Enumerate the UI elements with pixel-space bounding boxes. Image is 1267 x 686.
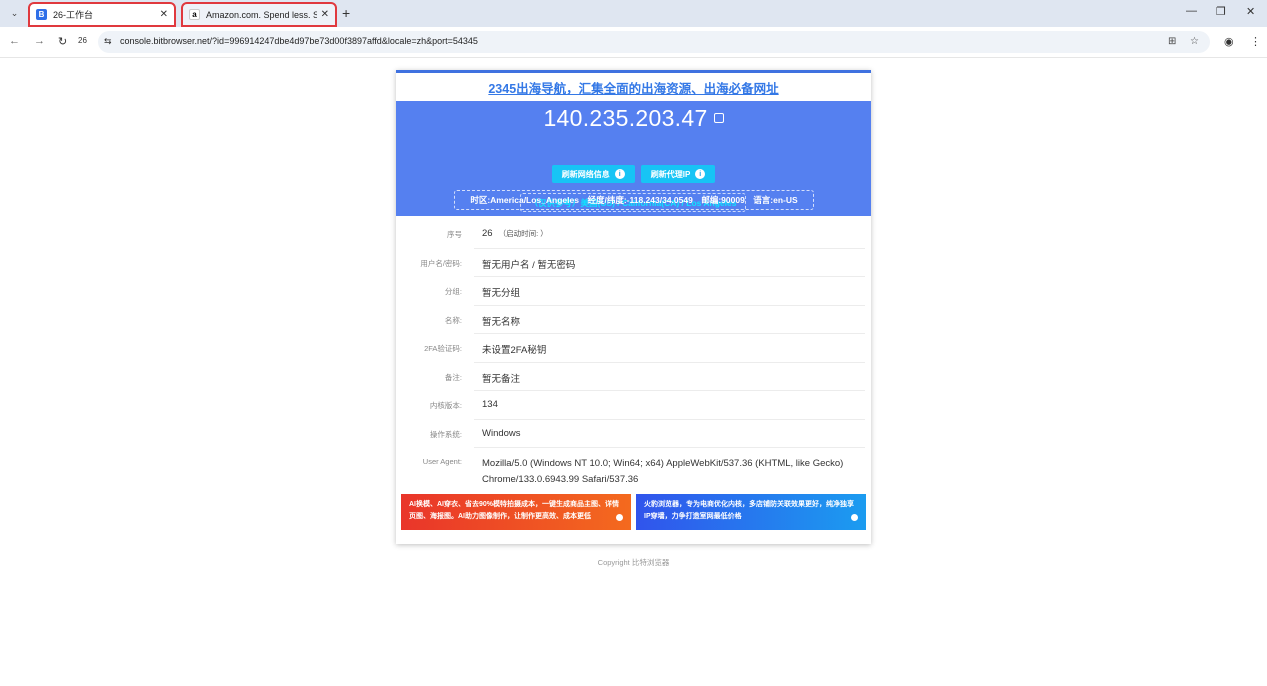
refresh-proxy-button[interactable]: 刷新代理IP i xyxy=(640,165,716,183)
banner-text: AI换模、AI穿衣、省去90%模特拍摄成本，一键生成商品主图、详情页图、海报图。… xyxy=(409,501,620,520)
detail-row-user-agent: User Agent: Mozilla/5.0 (Windows NT 10.0… xyxy=(396,448,871,492)
detail-key: 内核版本: xyxy=(429,401,462,410)
profile-details: 序号 26 （启动时间: ） 用户名/密码: 暂无用户名 / 暂无密码 分组: 暂… xyxy=(396,220,871,492)
close-icon[interactable]: ✕ xyxy=(321,9,329,20)
serial-number: 26 xyxy=(482,228,493,239)
detail-key: 备注: xyxy=(444,372,462,382)
url-text[interactable]: console.bitbrowser.net/?id=996914247dbe4… xyxy=(120,36,478,46)
translate-icon[interactable]: ⊞ xyxy=(1168,36,1176,47)
detail-key: 2FA验证码: xyxy=(424,344,462,353)
detail-value: 暂无分组 xyxy=(482,288,521,299)
nav-link-2345[interactable]: 2345出海导航，汇集全面的出海资源、出海必备网址 xyxy=(396,73,871,101)
detail-key: 名称: xyxy=(444,315,462,325)
bitbrowser-icon: B xyxy=(36,9,47,20)
tab-title: Amazon.com. Spend less. Smile xyxy=(206,9,317,20)
banner-text: 火豹浏览器，专为电商优化内核，多店铺防关联效果更好，纯净独享IP穿墙，力争打造室… xyxy=(644,501,854,520)
bookmark-star-icon[interactable]: ☆ xyxy=(1190,36,1199,47)
ip-text: 140.235.203.47 xyxy=(543,105,708,131)
detail-value: 暂无名称 xyxy=(482,316,521,328)
address-bar[interactable]: ⇆ console.bitbrowser.net/?id=996914247db… xyxy=(98,31,1210,53)
detail-row-kernel: 内核版本: 134 xyxy=(396,391,871,420)
detail-key: 操作系统: xyxy=(429,429,462,439)
detail-value: 暂无用户名 / 暂无密码 xyxy=(482,259,576,271)
detail-row-os: 操作系统: Windows xyxy=(396,420,871,448)
detail-key: 用户名/密码: xyxy=(420,258,462,268)
banner-dot-icon xyxy=(851,514,858,521)
forward-icon[interactable]: → xyxy=(34,35,45,47)
close-icon[interactable]: ✕ xyxy=(160,9,168,20)
ad-banners: AI换模、AI穿衣、省去90%模特拍摄成本，一键生成商品主图、详情页图、海报图。… xyxy=(401,494,866,530)
detail-key: User Agent: xyxy=(422,457,462,466)
tab-workbench[interactable]: B 26-工作台 ✕ xyxy=(28,2,176,27)
ai-model-banner[interactable]: AI换模、AI穿衣、省去90%模特拍摄成本，一键生成商品主图、详情页图、海报图。… xyxy=(401,494,631,530)
copyright-footer: Copyright 比特浏览器 xyxy=(597,558,670,567)
ip-address: 140.235.203.47 xyxy=(396,105,871,132)
info-card: 2345出海导航，汇集全面的出海资源、出海必备网址 140.235.203.47… xyxy=(396,70,871,544)
start-time: （启动时间: ） xyxy=(498,229,548,238)
close-window-button[interactable]: ✕ xyxy=(1246,5,1255,18)
detail-row-2fa: 2FA验证码: 未设置2FA秘钥 xyxy=(396,334,871,363)
tab-bar: ⌄ B 26-工作台 ✕ a Amazon.com. Spend less. S… xyxy=(0,0,1267,27)
browser-toolbar: ← → ↻ 26 ⇆ console.bitbrowser.net/?id=99… xyxy=(0,27,1267,58)
tab-amazon[interactable]: a Amazon.com. Spend less. Smile ✕ xyxy=(181,2,337,27)
detail-value: 暂无备注 xyxy=(482,373,521,385)
detail-row-remark: 备注: 暂无备注 xyxy=(396,363,871,391)
detail-key: 序号 xyxy=(447,230,462,239)
menu-kebab-icon[interactable]: ⋮ xyxy=(1250,35,1261,48)
huobao-banner[interactable]: 火豹浏览器，专为电商优化内核，多店铺防关联效果更好，纯净独享IP穿墙，力争打造室… xyxy=(636,494,866,530)
refresh-proxy-label: 刷新代理IP xyxy=(650,169,691,179)
hero-buttons: 刷新网络信息 i 刷新代理IP i xyxy=(396,165,871,183)
tab-count: 26 xyxy=(78,36,87,45)
detail-value: Mozilla/5.0 (Windows NT 10.0; Win64; x64… xyxy=(482,458,844,485)
amazon-icon: a xyxy=(189,9,200,20)
detail-row-name: 名称: 暂无名称 xyxy=(396,306,871,334)
detail-value: 26 （启动时间: ） xyxy=(482,228,548,239)
detail-row-group: 分组: 暂无分组 xyxy=(396,277,871,306)
info-icon: i xyxy=(695,169,706,179)
detail-key: 分组: xyxy=(444,287,462,296)
tab-title: 26-工作台 xyxy=(53,10,94,20)
detail-value: 未设置2FA秘钥 xyxy=(482,345,547,356)
timezone-info: 时区:America/Los_Angeles 经度/纬度:-118.243/34… xyxy=(454,190,814,210)
minimize-button[interactable]: — xyxy=(1186,5,1197,17)
detail-row-serial: 序号 26 （启动时间: ） xyxy=(396,220,871,249)
restore-button[interactable]: ❐ xyxy=(1216,5,1226,18)
refresh-network-label: 刷新网络信息 xyxy=(561,169,610,179)
detail-value: 134 xyxy=(482,399,498,410)
banner-dot-icon xyxy=(616,514,623,521)
tab-search-icon[interactable]: ⌄ xyxy=(6,5,23,22)
new-tab-button[interactable]: + xyxy=(342,5,350,21)
reload-icon[interactable]: ↻ xyxy=(58,35,67,48)
info-icon: i xyxy=(614,169,625,179)
detail-row-credentials: 用户名/密码: 暂无用户名 / 暂无密码 xyxy=(396,249,871,277)
detail-value: Windows xyxy=(482,427,521,439)
refresh-network-button[interactable]: 刷新网络信息 i xyxy=(551,165,635,183)
site-info-icon[interactable]: ⇆ xyxy=(104,36,112,47)
profile-icon[interactable]: ◉ xyxy=(1224,35,1234,48)
copy-icon[interactable] xyxy=(713,113,724,123)
back-icon[interactable]: ← xyxy=(9,35,20,47)
